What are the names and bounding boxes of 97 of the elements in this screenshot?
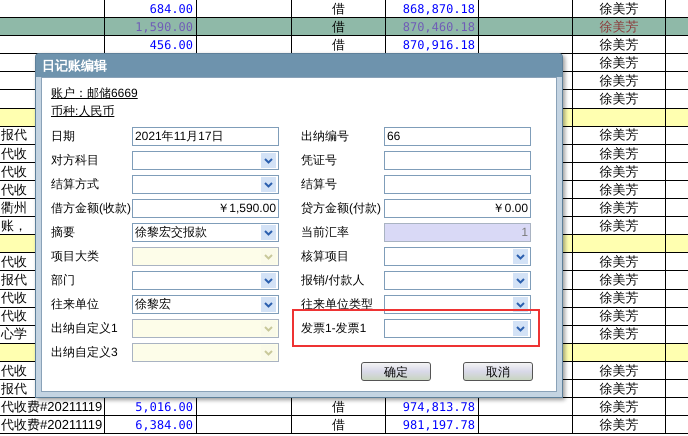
input-field[interactable]: ￥1,590.00 [132,198,279,218]
table-cell: 徐美芳 [600,18,638,36]
table-cell: 代收 [0,144,27,162]
table-cell-text: 6,384.00 [135,416,193,434]
field-label: 当前汇率 [301,224,350,241]
table-cell: 代收 [0,290,27,307]
table-cell: 徐美芳 [600,144,638,162]
field-label: 部门 [51,272,76,289]
table-cell: 徐美芳 [600,90,638,108]
field-label: 发票1-发票1 [301,320,368,337]
table-row[interactable]: 代收费#20211119 5,016.00 借 974,813.78 徐美芳 [0,398,688,416]
input-field[interactable]: ￥0.00 [384,198,531,218]
dropdown-field[interactable] [132,150,279,170]
table-cell-text: 870,460.18 [402,18,475,36]
table-cell: 徐美芳 [600,271,638,288]
field-label: 往来单位类型 [301,296,374,313]
table-cell-text: 5,016.00 [135,398,193,416]
window-title: 日记账编辑 [42,56,107,75]
table-cell: 借 [332,398,345,416]
dropdown-field[interactable]: 徐黎宏交报款 [132,222,279,242]
table-cell: 代收 [0,253,27,270]
currency-label: 币种:人民币 [51,103,114,120]
table-cell: 心学 [0,326,27,343]
dropdown-field[interactable] [132,174,279,194]
dropdown-field[interactable]: 徐黎宏 [132,294,279,314]
field-label: 结算方式 [51,176,100,193]
field-label: 贷方金额(付款) [301,200,382,217]
table-cell: 代收 [0,180,27,198]
table-cell: 代收 [0,308,27,325]
table-cell: 徐美芳 [600,217,638,234]
table-cell: 徐美芳 [600,126,638,144]
table-cell: 衢州 [0,199,27,216]
table-cell: 徐美芳 [600,253,638,270]
table-cell: 账， [0,217,27,234]
table-cell: 徐美芳 [600,326,638,343]
table-cell-text: 456.00 [150,36,193,54]
field-label: 摘要 [51,224,76,241]
table-cell-text: 868,870.18 [402,0,475,18]
field-label: 项目大类 [51,248,100,265]
input-field[interactable] [384,174,531,194]
table-row[interactable]: 代收费#20211119 6,384.00 借 981,197.78 徐美芳 [0,416,688,434]
table-row[interactable]: 1,590.00 借 870,460.18 徐美芳 [0,18,688,36]
table-cell: 徐美芳 [600,36,638,54]
table-cell-text: 684.00 [150,0,193,18]
table-cell: 借 [332,0,345,18]
table-cell: 徐美芳 [600,380,638,398]
table-cell: 代收费#20211119 [0,416,102,434]
table-cell: 借 [332,36,345,54]
table-cell: 徐美芳 [600,308,638,325]
field-label: 出纳自定义3 [51,344,119,361]
field-label: 日期 [51,128,76,145]
table-cell: 报代 [0,126,27,144]
dialog-button[interactable]: 确定 [361,362,431,381]
table-cell-text: 870,916.18 [402,36,475,54]
field-label: 往来单位 [51,296,100,313]
input-field[interactable] [384,150,531,170]
account-label: 账户：邮储6669 [51,85,138,102]
table-cell-text: 1,590.00 [135,18,193,36]
table-cell: 代收 [0,362,27,379]
dropdown-field[interactable] [384,318,531,338]
table-cell: 徐美芳 [600,180,638,198]
table-cell: 徐美芳 [600,416,638,434]
table-cell-text: 981,197.78 [402,416,475,434]
input-field[interactable]: 66 [384,126,531,146]
field-label: 出纳自定义1 [51,320,119,337]
table-cell: 徐美芳 [600,362,638,379]
table-cell: 报代 [0,271,27,288]
field-label: 报销/付款人 [301,272,366,289]
dialog-button[interactable]: 取消 [463,362,533,381]
table-cell: 徐美芳 [600,72,638,90]
field-label: 核算项目 [301,248,350,265]
table-row[interactable]: 456.00 借 870,916.18 徐美芳 [0,36,688,54]
table-cell: 徐美芳 [600,0,638,18]
dropdown-field[interactable] [384,246,531,266]
table-cell: 徐美芳 [600,199,638,216]
dropdown-field[interactable] [132,246,279,266]
field-label: 出纳编号 [301,128,350,145]
table-cell: 徐美芳 [600,54,638,72]
dropdown-field[interactable] [384,270,531,290]
field-label: 借方金额(收款) [51,200,132,217]
table-cell: 代收 [0,162,27,180]
dropdown-field[interactable] [132,342,279,362]
table-row[interactable]: 684.00 借 868,870.18 徐美芳 [0,0,688,18]
dropdown-field[interactable] [132,318,279,338]
dropdown-field[interactable] [132,270,279,290]
table-cell: 借 [332,416,345,434]
table-cell: 徐美芳 [600,162,638,180]
field-label: 结算号 [301,176,338,193]
table-cell: 徐美芳 [600,290,638,307]
table-cell: 徐美芳 [600,398,638,416]
table-cell-text: 974,813.78 [402,398,475,416]
table-cell: 报代 [0,380,27,398]
table-cell: 借 [332,18,345,36]
input-field[interactable]: 2021年11月17日 [132,126,279,146]
field-label: 对方科目 [51,152,100,169]
table-cell: 代收费#20211119 [0,398,102,416]
field-label: 凭证号 [301,152,338,169]
